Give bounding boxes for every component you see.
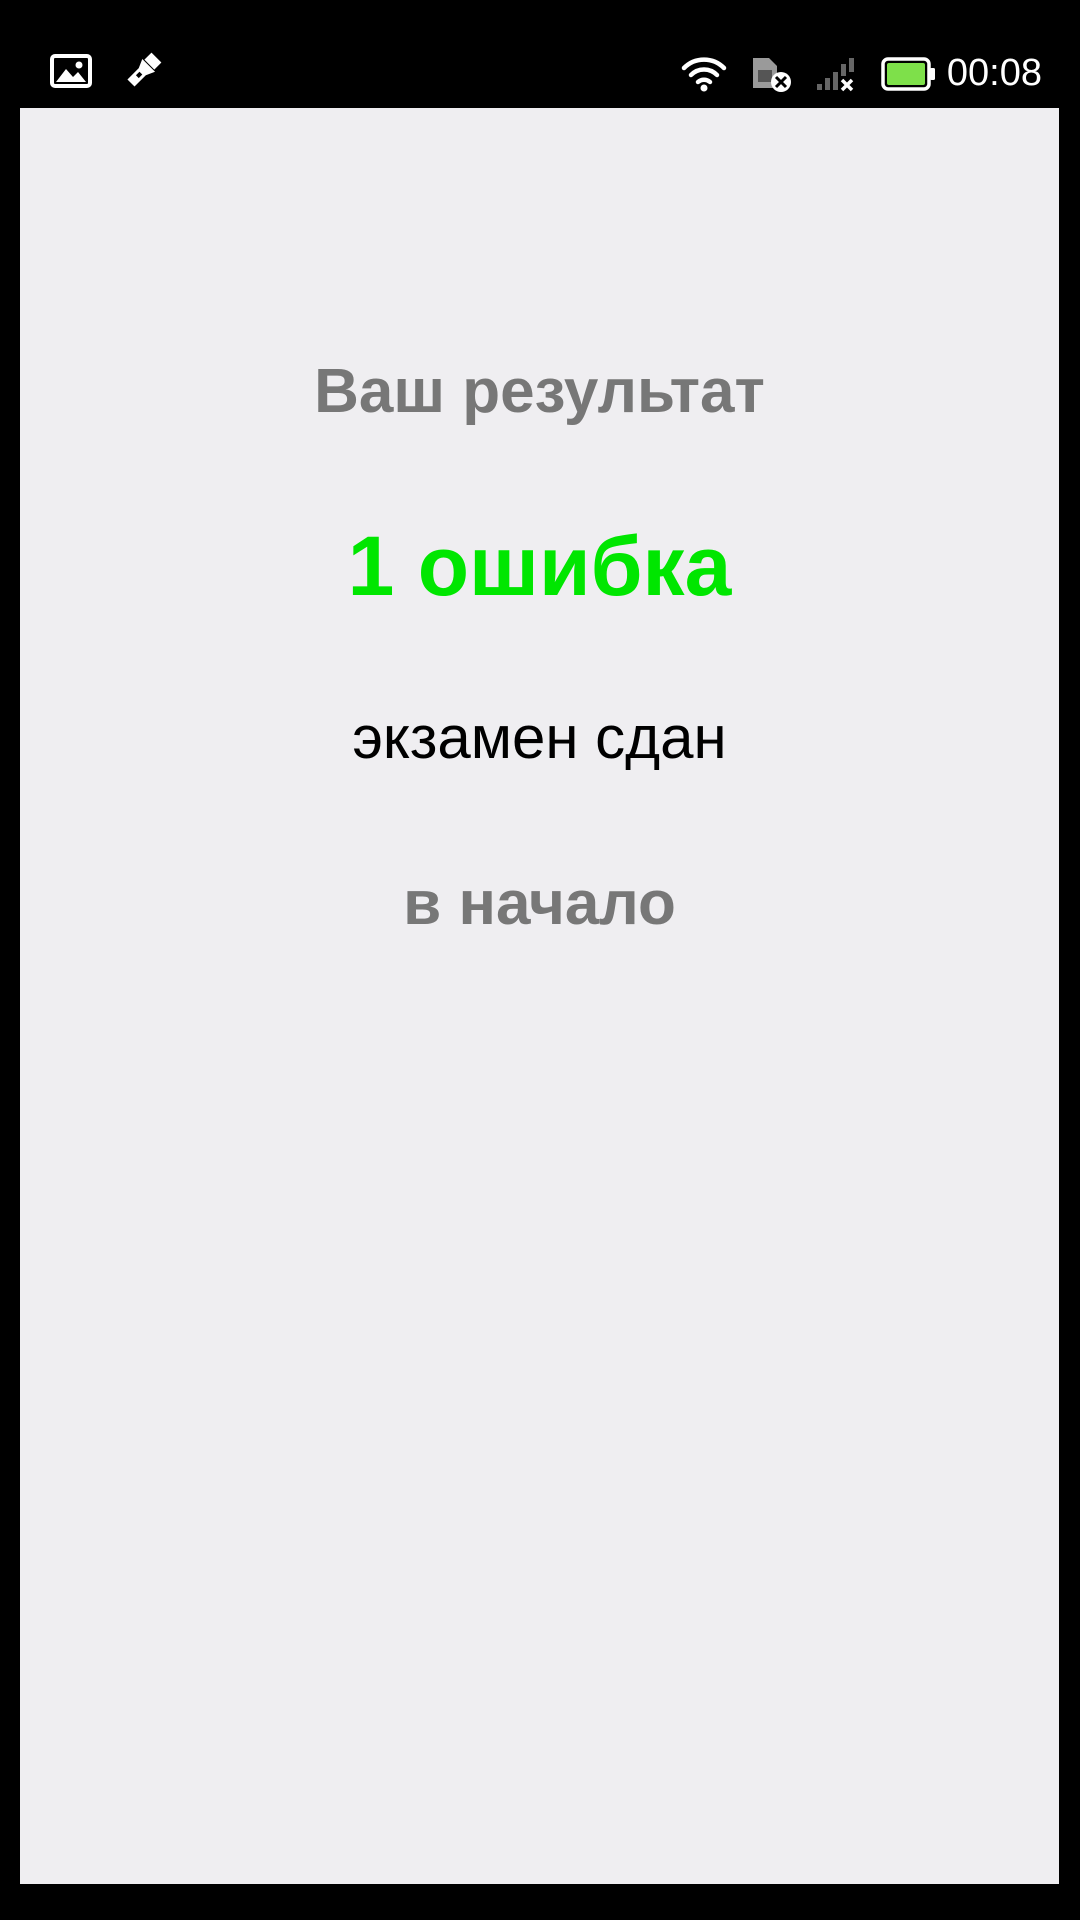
sim-card-error-icon xyxy=(749,54,793,94)
result-title: Ваш результат xyxy=(314,357,765,426)
flashlight-icon xyxy=(122,50,164,92)
wifi-icon xyxy=(681,56,727,92)
status-right-icons: 00:08 xyxy=(681,52,1042,95)
battery-icon xyxy=(881,56,937,91)
status-bar: 00:08 xyxy=(0,0,1080,106)
exam-verdict: экзамен сдан xyxy=(352,704,727,771)
result-screen: Ваш результат 1 ошибка экзамен сдан в на… xyxy=(20,108,1059,1884)
status-left-icons xyxy=(50,50,164,92)
restart-button[interactable]: в начало xyxy=(20,868,1059,939)
clock: 00:08 xyxy=(946,52,1042,94)
signal-no-service-icon xyxy=(815,56,859,92)
error-count: 1 ошибка xyxy=(347,519,732,613)
image-icon xyxy=(50,54,92,88)
